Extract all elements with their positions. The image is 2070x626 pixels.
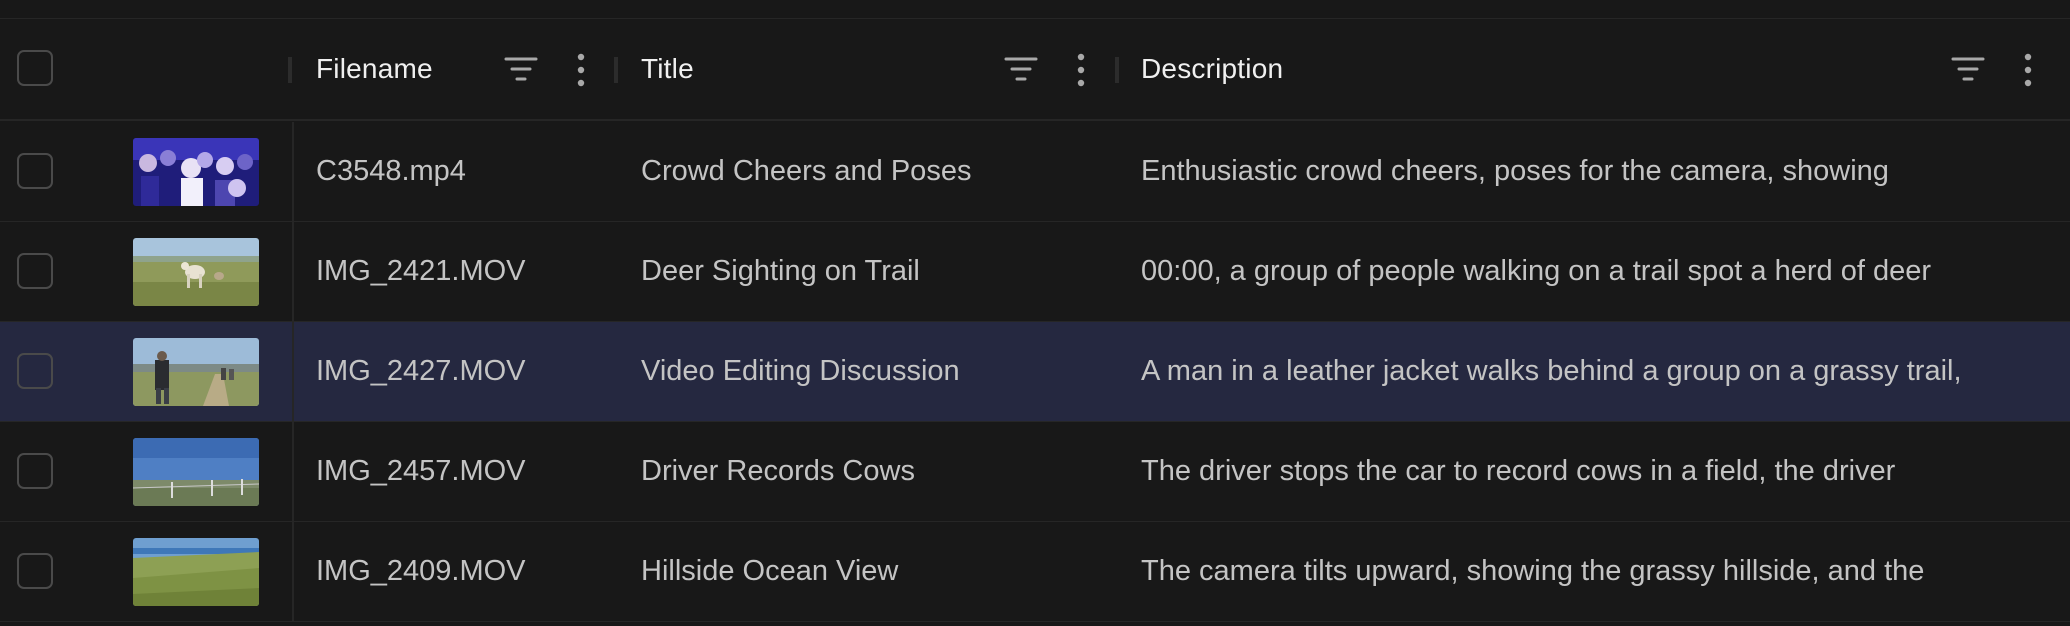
table-top-strip: [0, 0, 2070, 19]
column-divider: [292, 222, 294, 321]
column-resize-handle[interactable]: [614, 57, 618, 83]
row-checkbox[interactable]: [17, 353, 53, 389]
row-checkbox[interactable]: [17, 453, 53, 489]
row-checkbox[interactable]: [17, 253, 53, 289]
cows-field-thumbnail[interactable]: [133, 438, 259, 506]
deer-thumbnail[interactable]: [133, 238, 259, 306]
filename-cell: IMG_2427.MOV: [316, 355, 526, 387]
table-row[interactable]: IMG_2427.MOV Video Editing Discussion A …: [0, 322, 2070, 422]
description-cell: The driver stops the car to record cows …: [1141, 455, 1896, 487]
title-cell: Video Editing Discussion: [641, 355, 960, 387]
title-cell: Deer Sighting on Trail: [641, 255, 920, 287]
crowd-thumbnail[interactable]: [133, 138, 259, 206]
column-header-description[interactable]: Description: [1141, 19, 1283, 119]
filter-icon[interactable]: [1003, 53, 1039, 87]
description-cell: A man in a leather jacket walks behind a…: [1141, 355, 1962, 387]
table-row[interactable]: IMG_2457.MOV Driver Records Cows The dri…: [0, 422, 2070, 522]
description-cell: 00:00, a group of people walking on a tr…: [1141, 255, 1931, 287]
more-vertical-icon[interactable]: [2010, 53, 2046, 87]
row-checkbox[interactable]: [17, 553, 53, 589]
table-row[interactable]: IMG_2409.MOV Hillside Ocean View The cam…: [0, 522, 2070, 622]
hillside-ocean-thumbnail[interactable]: [133, 538, 259, 606]
filename-cell: IMG_2457.MOV: [316, 455, 526, 487]
filter-icon[interactable]: [1950, 53, 1986, 87]
column-divider: [292, 122, 294, 221]
title-cell: Crowd Cheers and Poses: [641, 155, 972, 187]
column-header-title[interactable]: Title: [641, 19, 694, 119]
description-cell: The camera tilts upward, showing the gra…: [1141, 555, 1925, 587]
row-checkbox[interactable]: [17, 153, 53, 189]
more-vertical-icon[interactable]: [563, 53, 599, 87]
media-table: Filename Title Description C3548.mp4 Cro…: [0, 0, 2070, 626]
column-divider: [292, 322, 294, 421]
trail-man-thumbnail[interactable]: [133, 338, 259, 406]
filter-icon[interactable]: [503, 53, 539, 87]
description-cell: Enthusiastic crowd cheers, poses for the…: [1141, 155, 1889, 187]
select-all-checkbox[interactable]: [17, 50, 53, 86]
column-divider: [292, 522, 294, 621]
filename-cell: IMG_2409.MOV: [316, 555, 526, 587]
table-row[interactable]: C3548.mp4 Crowd Cheers and Poses Enthusi…: [0, 122, 2070, 222]
title-cell: Driver Records Cows: [641, 455, 915, 487]
more-vertical-icon[interactable]: [1063, 53, 1099, 87]
column-divider: [292, 422, 294, 521]
table-row[interactable]: IMG_2421.MOV Deer Sighting on Trail 00:0…: [0, 222, 2070, 322]
filename-cell: C3548.mp4: [316, 155, 466, 187]
table-header: Filename Title Description: [0, 19, 2070, 121]
column-resize-handle[interactable]: [1115, 57, 1119, 83]
column-header-filename[interactable]: Filename: [316, 19, 433, 119]
filename-cell: IMG_2421.MOV: [316, 255, 526, 287]
title-cell: Hillside Ocean View: [641, 555, 899, 587]
column-resize-handle[interactable]: [288, 57, 292, 83]
